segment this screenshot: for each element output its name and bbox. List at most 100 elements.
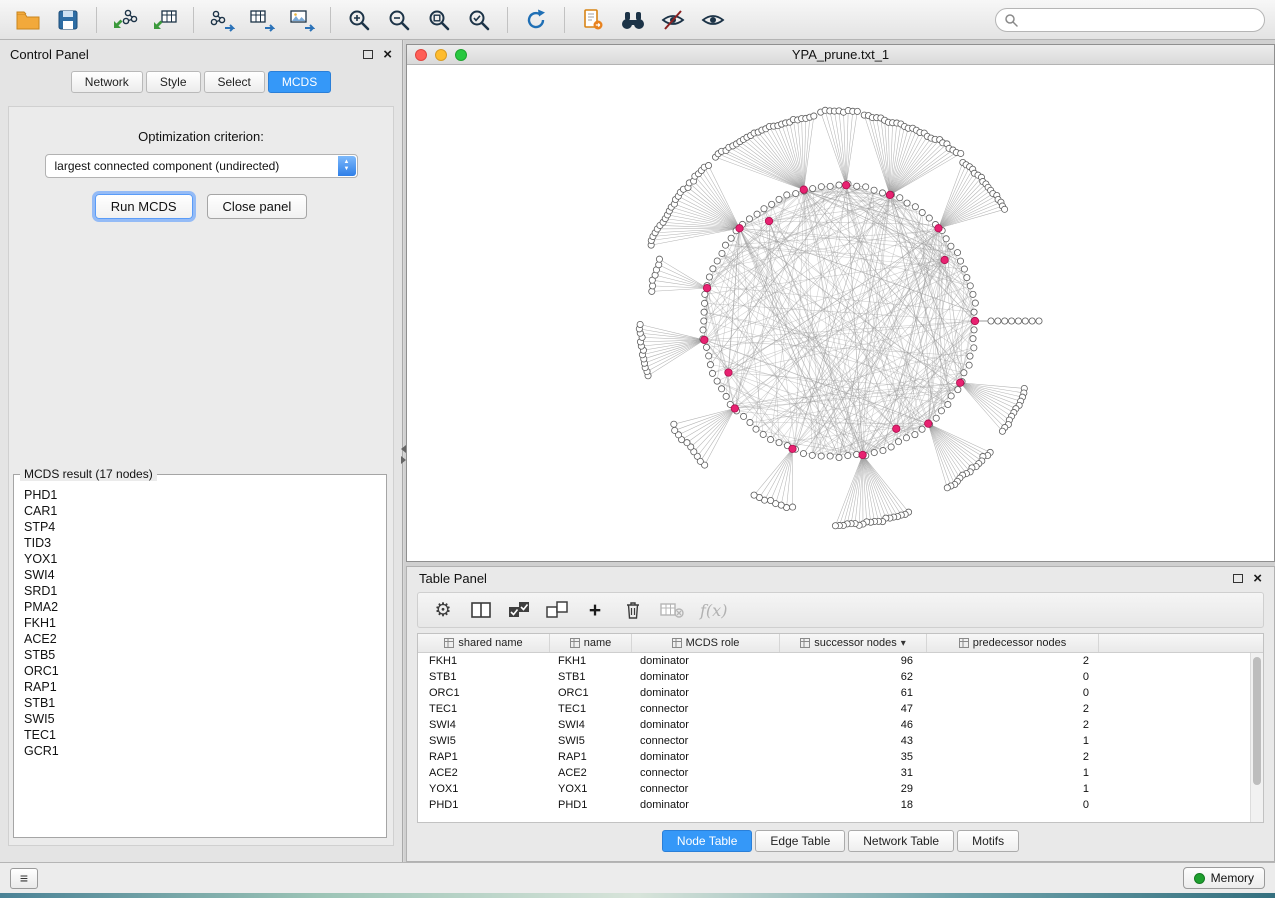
table-scrollbar[interactable] [1250,653,1263,822]
table-row[interactable]: ORC1ORC1dominator610 [418,685,1263,701]
float-panel-icon[interactable] [1233,574,1243,583]
table-row[interactable]: YOX1YOX1connector291 [418,781,1263,797]
function-icon: f(x) [700,601,727,620]
select-stepper[interactable]: ▲ ▼ [338,156,356,176]
table-row[interactable]: SWI4SWI4dominator462 [418,717,1263,733]
scrollbar-thumb[interactable] [1253,657,1261,785]
save-icon [56,8,80,32]
run-mcds-button[interactable]: Run MCDS [95,194,193,219]
mcds-result-item[interactable]: SRD1 [24,583,386,599]
cell-successors: 46 [780,719,927,731]
column-icon [444,638,454,648]
import-network-button[interactable] [107,4,143,36]
table-row[interactable]: SWI5SWI5connector431 [418,733,1263,749]
refresh-button[interactable] [518,4,554,36]
table-body: FKH1FKH1dominator962STB1STB1dominator620… [418,653,1263,813]
column-header-name[interactable]: name [550,634,632,652]
mcds-result-item[interactable]: STB5 [24,647,386,663]
column-header-predecessor-nodes[interactable]: predecessor nodes [927,634,1099,652]
cell-predecessors: 2 [927,751,1099,763]
close-panel-icon[interactable]: × [1253,571,1262,586]
delete-table-button[interactable] [660,598,684,622]
close-panel-button[interactable]: Close panel [207,194,308,219]
mcds-result-item[interactable]: ACE2 [24,631,386,647]
hamburger-icon: ≡ [20,870,28,886]
column-header-filler [1099,634,1263,652]
open-session-button[interactable] [10,4,46,36]
network-canvas[interactable] [407,65,1274,561]
add-column-button[interactable]: + [584,598,606,622]
table-row[interactable]: ACE2ACE2connector311 [418,765,1263,781]
mcds-result-item[interactable]: STP4 [24,519,386,535]
mcds-result-item[interactable]: STB1 [24,695,386,711]
zoom-in-button[interactable] [341,4,377,36]
import-table-button[interactable] [147,4,183,36]
mcds-result-item[interactable]: PHD1 [24,487,386,503]
mcds-result-item[interactable]: TEC1 [24,727,386,743]
table-row[interactable]: TEC1TEC1connector472 [418,701,1263,717]
column-header-shared-name[interactable]: shared name [418,634,550,652]
cell-predecessors: 2 [927,719,1099,731]
mcds-result-item[interactable]: FKH1 [24,615,386,631]
mcds-result-item[interactable]: GCR1 [24,743,386,759]
mcds-result-item[interactable]: CAR1 [24,503,386,519]
mcds-result-title: MCDS result (17 nodes) [20,467,157,481]
export-network-button[interactable] [204,4,240,36]
table-settings-button[interactable]: ⚙ [432,598,454,622]
export-image-button[interactable] [284,4,320,36]
columns-icon [471,601,491,619]
close-panel-icon[interactable]: × [383,47,392,62]
zoom-fit-icon [427,8,451,32]
tab-network-table[interactable]: Network Table [848,830,954,852]
mcds-result-item[interactable]: ORC1 [24,663,386,679]
show-columns-button[interactable] [470,598,492,622]
select-all-button[interactable] [508,598,530,622]
table-row[interactable]: STB1STB1dominator620 [418,669,1263,685]
float-panel-icon[interactable] [363,50,373,59]
tab-select[interactable]: Select [204,71,265,93]
find-button[interactable] [615,4,651,36]
search-box[interactable] [995,8,1265,32]
save-session-button[interactable] [50,4,86,36]
memory-label: Memory [1211,871,1254,885]
tab-network[interactable]: Network [71,71,143,93]
zoom-selected-button[interactable] [461,4,497,36]
task-history-button[interactable]: ≡ [10,868,38,889]
criterion-select[interactable]: largest connected component (undirected)… [45,154,358,178]
hide-details-button[interactable] [655,4,691,36]
search-input[interactable] [1023,13,1256,27]
window-close-button[interactable] [415,49,427,61]
export-table-button[interactable] [244,4,280,36]
mcds-result-item[interactable]: SWI5 [24,711,386,727]
mcds-result-item[interactable]: PMA2 [24,599,386,615]
export-image-icon [289,8,315,32]
show-details-button[interactable] [695,4,731,36]
tab-edge-table[interactable]: Edge Table [755,830,845,852]
mcds-result-item[interactable]: SWI4 [24,567,386,583]
mcds-result-item[interactable]: RAP1 [24,679,386,695]
function-builder-button[interactable]: f(x) [700,598,727,622]
window-minimize-button[interactable] [435,49,447,61]
column-header-successor-nodes[interactable]: successor nodes ▾ [780,634,927,652]
table-row[interactable]: RAP1RAP1dominator352 [418,749,1263,765]
deselect-all-button[interactable] [546,598,568,622]
column-header-mcds-role[interactable]: MCDS role [632,634,780,652]
memory-button[interactable]: Memory [1183,867,1265,889]
tab-motifs[interactable]: Motifs [957,830,1019,852]
criterion-value: largest connected component (undirected) [55,159,280,173]
table-row[interactable]: PHD1PHD1dominator180 [418,797,1263,813]
delete-column-button[interactable] [622,598,644,622]
tab-mcds[interactable]: MCDS [268,71,331,93]
mcds-result-item[interactable]: TID3 [24,535,386,551]
share-document-button[interactable] [575,4,611,36]
tab-style[interactable]: Style [146,71,201,93]
mcds-result-item[interactable]: YOX1 [24,551,386,567]
window-maximize-button[interactable] [455,49,467,61]
zoom-out-button[interactable] [381,4,417,36]
tab-node-table[interactable]: Node Table [662,830,753,852]
cell-name: FKH1 [550,655,632,667]
open-folder-icon [15,8,41,32]
zoom-fit-button[interactable] [421,4,457,36]
table-row[interactable]: FKH1FKH1dominator962 [418,653,1263,669]
status-bar: ≡ Memory [0,862,1275,893]
